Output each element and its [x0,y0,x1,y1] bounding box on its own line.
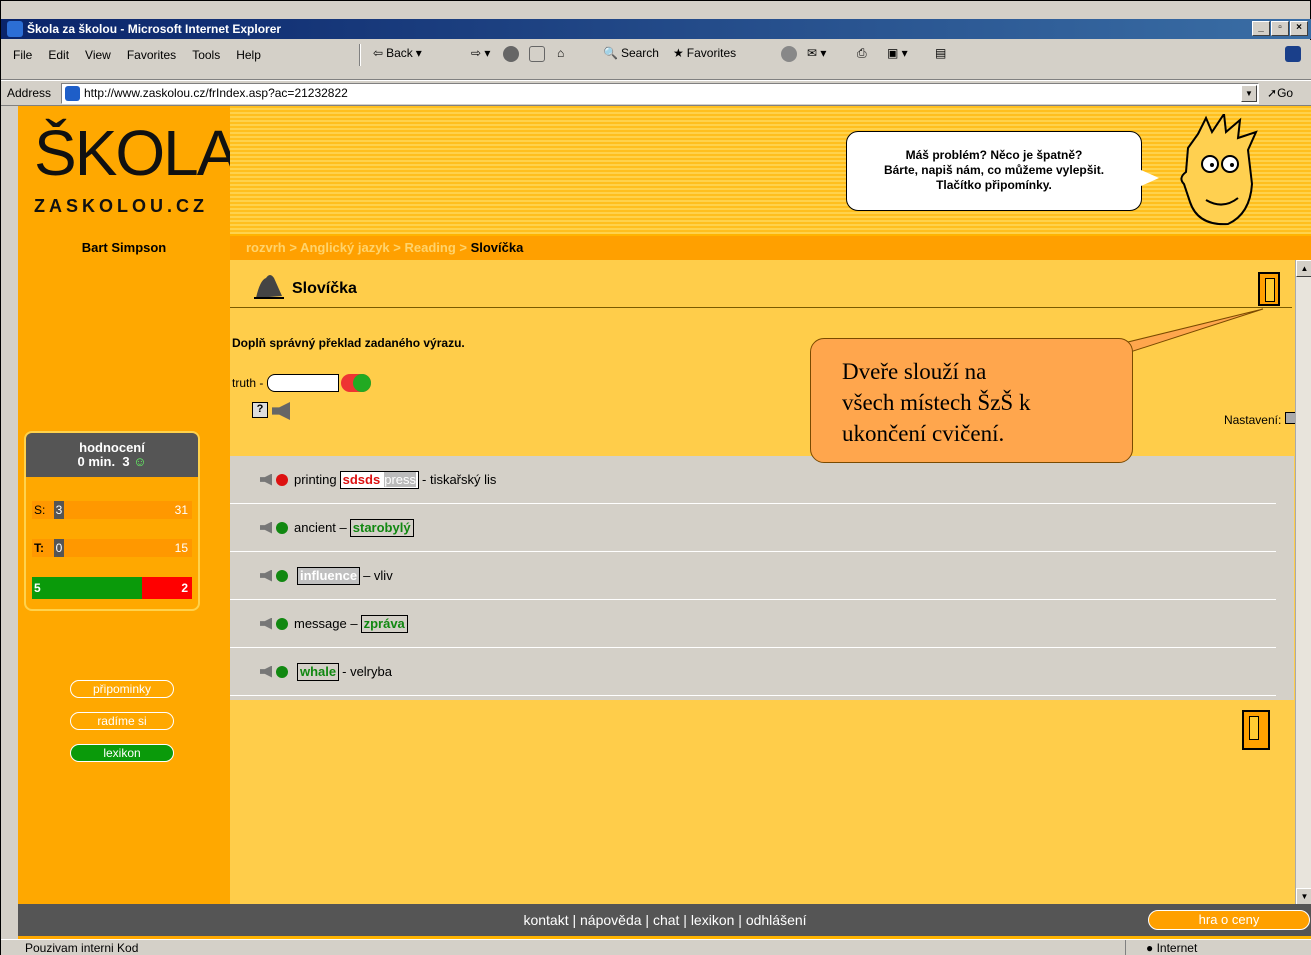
footer-links[interactable]: kontakt | nápověda | chat | lexikon | od… [523,912,806,928]
security-zone: ● Internet [1125,940,1197,955]
callout-line-1: Dveře slouží na [842,359,987,384]
callout-line-3: ukončení cvičení. [842,421,1005,446]
annotation-callout: Dveře slouží na všech místech ŠzŠ k ukon… [810,338,1133,463]
site-footer: kontakt | nápověda | chat | lexikon | od… [18,904,1311,936]
hra-o-ceny-button[interactable]: hra o ceny [1148,910,1310,930]
status-bar: Pouzivam interni Kod ● Internet [1,939,1311,955]
status-text: Pouzivam interni Kod [25,941,139,955]
globe-icon: ● [1146,941,1154,955]
callout-line-2: všech místech ŠzŠ k [842,390,1031,415]
callout-pointer [1000,308,1264,378]
browser-window: Škola za školou - Microsoft Internet Exp… [0,0,1311,955]
